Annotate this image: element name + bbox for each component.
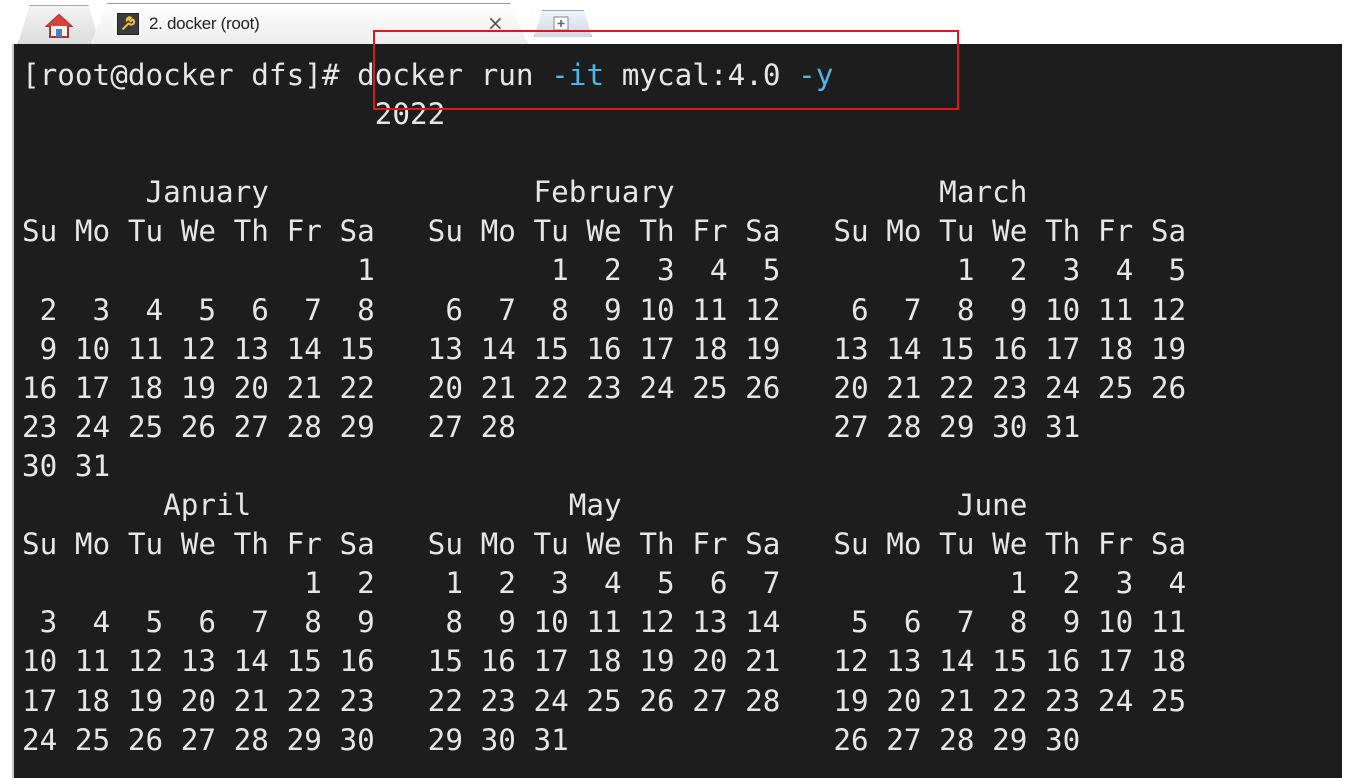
calendar-line: 2 3 4 5 6 7 8 6 7 8 9 10 11 12 6 7 8 9 1… bbox=[22, 292, 1187, 327]
new-tab-button[interactable] bbox=[534, 10, 592, 37]
calendar-line: Su Mo Tu We Th Fr Sa Su Mo Tu We Th Fr S… bbox=[22, 214, 1187, 249]
calendar-line: 30 31 bbox=[22, 448, 111, 483]
calendar-year-text: 2022 bbox=[374, 97, 446, 132]
calendar-line: 1 1 2 3 4 5 1 2 3 4 5 bbox=[22, 253, 1187, 288]
calendar-line: 3 4 5 6 7 8 9 8 9 10 11 12 13 14 5 6 7 8… bbox=[22, 605, 1187, 640]
calendar-line: Su Mo Tu We Th Fr Sa Su Mo Tu We Th Fr S… bbox=[22, 527, 1187, 562]
calendar-line: 9 10 11 12 13 14 15 13 14 15 16 17 18 19… bbox=[22, 331, 1187, 366]
command-line: [root@docker dfs]# docker run -it mycal:… bbox=[22, 56, 1186, 95]
image-name: mycal:4.0 bbox=[621, 58, 781, 92]
tab-session[interactable]: 2. docker (root) × bbox=[90, 3, 528, 45]
close-icon[interactable]: × bbox=[487, 12, 504, 34]
calendar-line bbox=[22, 134, 1186, 173]
home-icon bbox=[45, 13, 73, 38]
calendar-line: 1 2 1 2 3 4 5 6 7 1 2 3 4 bbox=[22, 566, 1187, 601]
calendar-line: 23 24 25 26 27 28 29 27 28 27 28 29 30 3… bbox=[22, 409, 1081, 444]
option-y: -y bbox=[798, 58, 834, 92]
calendar-line: 10 11 12 13 14 15 16 15 16 17 18 19 20 2… bbox=[22, 644, 1187, 679]
tab-session-label: 2. docker (root) bbox=[149, 14, 260, 33]
calendar-line: April May June bbox=[22, 488, 1028, 523]
command-text: docker run bbox=[357, 58, 534, 92]
terminal-output: [root@docker dfs]# docker run -it mycal:… bbox=[22, 56, 1186, 760]
calendar-line: 16 17 18 19 20 21 22 20 21 22 23 24 25 2… bbox=[22, 370, 1187, 405]
calendar-year: 2022 bbox=[22, 95, 1186, 134]
wrench-icon bbox=[117, 13, 139, 35]
home-tab[interactable] bbox=[18, 5, 100, 44]
terminal-pane[interactable]: [root@docker dfs]# docker run -it mycal:… bbox=[12, 44, 1342, 778]
new-tab-icon bbox=[553, 16, 569, 31]
shell-prompt: [root@docker dfs]# bbox=[22, 58, 340, 92]
calendar-line: 17 18 19 20 21 22 23 22 23 24 25 26 27 2… bbox=[22, 683, 1187, 718]
calendar-line: 24 25 26 27 28 29 30 29 30 31 26 27 28 2… bbox=[22, 722, 1081, 757]
terminal-window: 2. docker (root) × [root@docker dfs]# do… bbox=[0, 0, 1348, 778]
calendar-body: January February March Su Mo Tu We Th Fr … bbox=[22, 134, 1186, 760]
option-it: -it bbox=[551, 58, 605, 92]
calendar-line: January February March bbox=[22, 175, 1028, 210]
tab-bar: 2. docker (root) × bbox=[0, 0, 1348, 45]
